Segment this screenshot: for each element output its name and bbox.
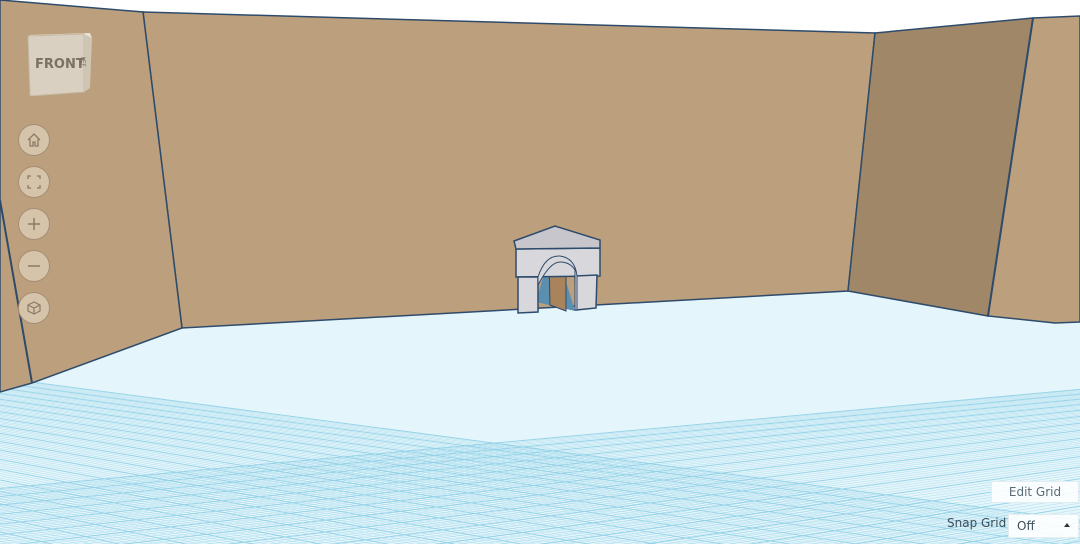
minus-icon xyxy=(28,265,40,267)
zoom-in-button[interactable] xyxy=(18,208,50,240)
home-view-button[interactable] xyxy=(18,124,50,156)
home-icon xyxy=(27,133,41,147)
back-wall xyxy=(142,11,876,329)
fit-all-button[interactable] xyxy=(18,166,50,198)
snap-grid-select[interactable]: Off xyxy=(1008,514,1079,538)
caret-up-icon xyxy=(1064,523,1070,527)
fit-view-icon xyxy=(27,175,41,189)
arch-model[interactable] xyxy=(513,225,601,314)
edit-grid-button[interactable]: Edit Grid xyxy=(991,481,1079,503)
snap-grid-value: Off xyxy=(1017,519,1035,533)
snap-grid-label: Snap Grid xyxy=(947,516,1007,530)
workplane-3d-view[interactable] xyxy=(0,0,1080,544)
view-cube[interactable]: FRONT LEFT xyxy=(26,30,92,97)
view-cube-front-label: FRONT xyxy=(35,57,85,72)
view-cube-side-label: LEFT xyxy=(79,56,87,67)
cube-icon xyxy=(27,301,41,315)
zoom-out-button[interactable] xyxy=(18,250,50,282)
plus-icon xyxy=(28,218,40,230)
perspective-button[interactable] xyxy=(18,292,50,324)
